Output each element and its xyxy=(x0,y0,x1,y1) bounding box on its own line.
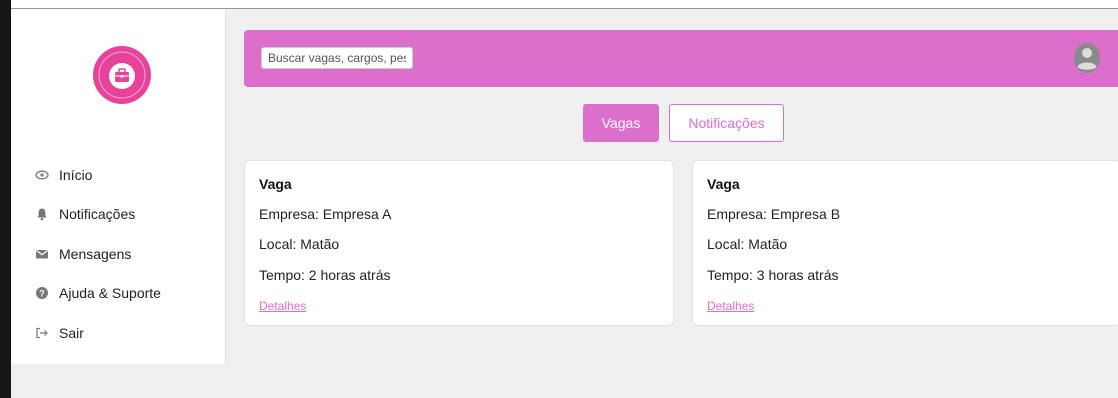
sidebar-item-mensagens[interactable]: Mensagens xyxy=(11,234,225,274)
tab-bar: Vagas Notificações xyxy=(0,104,1118,142)
search-input[interactable] xyxy=(261,47,413,69)
job-title: Vaga xyxy=(259,176,292,192)
tab-vagas[interactable]: Vagas xyxy=(583,104,659,142)
briefcase-logo-icon xyxy=(98,51,146,99)
window-top-bar xyxy=(11,0,1118,9)
logo xyxy=(93,46,151,104)
job-title: Vaga xyxy=(707,176,740,192)
job-company: Empresa: Empresa B xyxy=(707,206,841,222)
sidebar-item-label: Mensagens xyxy=(59,245,132,262)
sign-out-icon xyxy=(35,326,49,340)
job-details-link[interactable]: Detalhes xyxy=(259,299,306,313)
job-location: Local: Matão xyxy=(707,236,788,252)
job-card: Vaga Empresa: Empresa B Local: Matão Tem… xyxy=(692,160,1118,326)
top-header xyxy=(244,30,1118,87)
job-company: Empresa: Empresa A xyxy=(259,206,392,222)
sidebar: Início Notificações Mensagens ? Ajuda & … xyxy=(11,9,226,364)
bell-icon xyxy=(35,207,49,221)
svg-text:?: ? xyxy=(39,289,45,299)
tab-notificacoes[interactable]: Notificações xyxy=(669,104,784,142)
envelope-icon xyxy=(35,247,49,261)
sidebar-menu: Início Notificações Mensagens ? Ajuda & … xyxy=(11,155,225,353)
sidebar-item-inicio[interactable]: Início xyxy=(11,155,225,195)
job-card: Vaga Empresa: Empresa A Local: Matão Tem… xyxy=(244,160,674,326)
sidebar-item-ajuda-suporte[interactable]: ? Ajuda & Suporte xyxy=(11,274,225,314)
eye-icon xyxy=(35,168,49,182)
window-edge xyxy=(0,0,11,398)
sidebar-item-label: Notificações xyxy=(59,206,136,223)
job-location: Local: Matão xyxy=(259,236,340,252)
question-circle-icon: ? xyxy=(35,286,49,300)
sidebar-item-sair[interactable]: Sair xyxy=(11,313,225,353)
sidebar-item-label: Sair xyxy=(59,324,84,341)
sidebar-item-label: Início xyxy=(59,166,93,183)
job-time: Tempo: 3 horas atrás xyxy=(707,267,839,283)
user-avatar-icon[interactable] xyxy=(1072,42,1102,74)
job-time: Tempo: 2 horas atrás xyxy=(259,267,391,283)
sidebar-item-notificacoes[interactable]: Notificações xyxy=(11,195,225,235)
job-details-link[interactable]: Detalhes xyxy=(707,299,754,313)
sidebar-item-label: Ajuda & Suporte xyxy=(59,285,161,302)
